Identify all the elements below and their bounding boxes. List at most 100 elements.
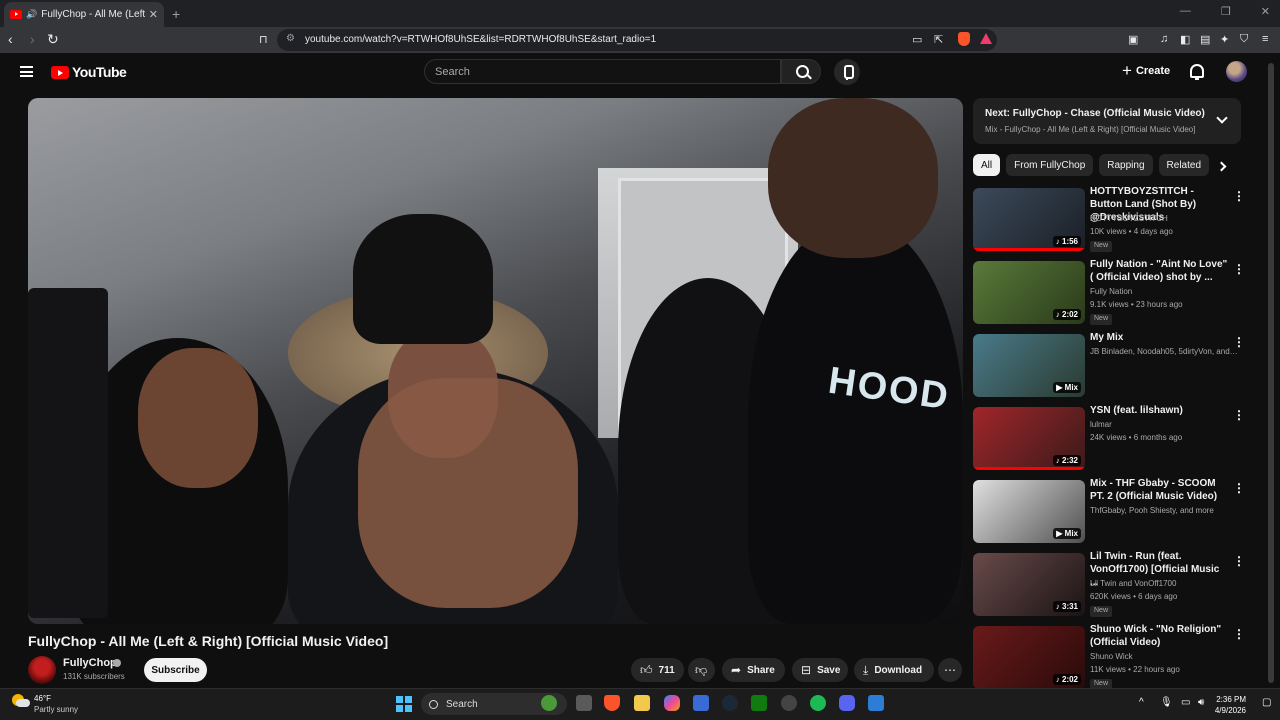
microphone-tray-icon[interactable]: 🎙︎ (1160, 697, 1173, 708)
windows-start-icon[interactable] (396, 696, 412, 712)
chevron-right-icon[interactable] (1216, 161, 1227, 172)
github-icon[interactable] (781, 695, 797, 711)
recommendation-channel[interactable]: Fully Nation (1090, 287, 1238, 296)
chip-related[interactable]: Related (1158, 154, 1209, 176)
voice-search-icon[interactable] (834, 59, 860, 85)
spotify-icon[interactable] (810, 695, 826, 711)
recommendation-item[interactable]: ♪ 3:31 Lil Twin - Run (feat. VonOff1700) … (973, 551, 1245, 619)
up-next-panel[interactable] (973, 98, 1241, 144)
search-box[interactable] (424, 59, 781, 84)
video-thumbnail[interactable]: ♪ 1:56 (973, 188, 1085, 251)
more-options-icon[interactable]: ⋮ (1233, 408, 1245, 422)
speaker-icon[interactable]: 🔊 (26, 9, 37, 20)
youtube-logo-icon[interactable] (51, 66, 69, 79)
recommendation-item[interactable]: ♪ 2:02 Fully Nation - "Aint No Love" ( Of… (973, 258, 1245, 327)
recommendation-item[interactable]: ▶ Mix Mix - THF Gbaby - SCOOM PT. 2 (Offi… (973, 477, 1245, 546)
video-thumbnail[interactable]: ♪ 2:02 (973, 261, 1085, 324)
dislike-button[interactable]: 👎︎ (688, 658, 715, 682)
create-button[interactable]: + Create (1122, 62, 1170, 79)
steam-icon[interactable] (722, 695, 738, 711)
reload-icon[interactable]: ↻ (47, 31, 59, 48)
copilot-icon[interactable] (664, 695, 680, 711)
recommendation-channel[interactable]: HOTTYBOYZSTITCH (1090, 214, 1238, 223)
media-icon[interactable]: ♫ (1160, 33, 1168, 45)
recommendation-title[interactable]: Fully Nation - "Aint No Love" ( Official… (1090, 258, 1228, 284)
close-tab-icon[interactable]: ✕ (149, 8, 158, 21)
cast-icon[interactable]: ▭ (912, 33, 922, 46)
discord-icon[interactable] (839, 695, 855, 711)
notification-center-icon[interactable]: ▢ (1262, 697, 1271, 708)
recommendation-title[interactable]: Mix - THF Gbaby - SCOOM PT. 2 (Official … (1090, 477, 1228, 503)
weather-condition[interactable]: Partly sunny (34, 705, 78, 714)
recommendation-title[interactable]: Shuno Wick - "No Religion" (Official Vid… (1090, 623, 1228, 649)
video-thumbnail[interactable]: ♪ 2:32 (973, 407, 1085, 470)
hamburger-menu-icon[interactable] (20, 66, 33, 77)
video-thumbnail[interactable]: ♪ 2:02 (973, 626, 1085, 689)
recommendation-channel[interactable]: Lil Twin and VonOff1700 (1090, 579, 1238, 588)
recommendation-item[interactable]: ▶ Mix My Mix JB Binladen, Noodah05, 5dirty… (973, 332, 1245, 400)
url-text[interactable]: youtube.com/watch?v=RTWHOf8UhSE&list=RDR… (305, 34, 656, 45)
share-button[interactable]: ➦ Share (722, 658, 785, 682)
more-options-icon[interactable]: ⋮ (1233, 262, 1245, 276)
tray-overflow-icon[interactable]: ^ (1139, 697, 1144, 708)
chip-from-channel[interactable]: From FullyChop (1006, 154, 1094, 176)
file-explorer-icon[interactable] (634, 695, 650, 711)
back-icon[interactable]: ‹ (8, 31, 13, 47)
video-thumbnail[interactable]: ▶ Mix (973, 334, 1085, 397)
recommendation-item[interactable]: ♪ 1:56 HOTTYBOYZSTITCH - Button Land (Sho… (973, 186, 1245, 254)
video-player[interactable]: HOOD (28, 98, 963, 624)
notifications-bell-icon[interactable] (1190, 64, 1204, 80)
recommendation-title[interactable]: YSN (feat. lilshawn) (1090, 404, 1228, 417)
more-options-icon[interactable]: ⋮ (1233, 481, 1245, 495)
restore-icon[interactable]: ❐ (1221, 5, 1231, 18)
wallet-icon[interactable]: ▤ (1200, 33, 1210, 46)
brave-rewards-icon[interactable] (980, 33, 992, 44)
page-scrollbar[interactable] (1268, 63, 1274, 683)
channel-avatar[interactable] (28, 656, 56, 684)
video-thumbnail[interactable]: ♪ 3:31 (973, 553, 1085, 616)
subscribe-button[interactable]: Subscribe (144, 658, 207, 682)
weather-icon[interactable] (12, 694, 30, 708)
bookmark-icon[interactable]: ⊓ (259, 33, 268, 46)
like-button[interactable]: 👍︎ 711 (631, 658, 684, 682)
channel-name[interactable]: FullyChop (63, 657, 117, 669)
more-options-icon[interactable]: ⋮ (1233, 335, 1245, 349)
leo-ai-icon[interactable]: ✦ (1220, 33, 1229, 46)
excel-icon[interactable] (751, 695, 767, 711)
app-grid-icon[interactable] (868, 695, 884, 711)
video-thumbnail[interactable]: ▶ Mix (973, 480, 1085, 543)
share-page-icon[interactable]: ⇱ (934, 33, 943, 46)
brave-shields-icon[interactable] (958, 32, 970, 46)
recommendation-item[interactable]: ♪ 2:32 YSN (feat. lilshawn) lulmar 24K view… (973, 404, 1245, 473)
close-window-icon[interactable]: ✕ (1261, 5, 1270, 18)
forward-icon[interactable]: › (30, 31, 35, 47)
system-clock[interactable]: 2:36 PM 4/9/2026 (1215, 694, 1246, 716)
recommendation-channel[interactable]: Shuno Wick (1090, 652, 1238, 661)
more-options-icon[interactable]: ⋮ (1233, 554, 1245, 568)
widget-icon[interactable] (541, 695, 557, 711)
account-avatar[interactable] (1226, 61, 1247, 82)
new-tab-icon[interactable]: + (172, 6, 180, 22)
brave-browser-icon[interactable] (604, 695, 620, 711)
youtube-logo-text[interactable]: YouTube (72, 64, 127, 80)
store-icon[interactable] (693, 695, 709, 711)
weather-temperature[interactable]: 46°F (34, 694, 51, 703)
more-options-icon[interactable]: ⋮ (1233, 189, 1245, 203)
site-info-icon[interactable]: ⚙ (286, 33, 295, 44)
vpn-icon[interactable]: ⛉ (1240, 33, 1248, 46)
more-options-icon[interactable]: ⋮ (1233, 627, 1245, 641)
minimize-icon[interactable]: — (1180, 5, 1191, 18)
recommendation-channel[interactable]: lulmar (1090, 420, 1238, 429)
volume-icon[interactable]: 🔊︎ (1198, 697, 1204, 708)
more-actions-icon[interactable]: ⋯ (938, 658, 962, 682)
chip-all[interactable]: All (973, 154, 1001, 176)
network-icon[interactable]: ▭ (1181, 697, 1190, 708)
save-button[interactable]: ⊟ Save (792, 658, 848, 682)
sidebar-icon[interactable]: ◧ (1180, 33, 1190, 46)
menu-icon[interactable]: ≡ (1262, 33, 1268, 45)
search-input[interactable] (425, 60, 780, 83)
download-button[interactable]: ⤓ Download (854, 658, 934, 682)
recommendation-item[interactable]: ♪ 2:02 Shuno Wick - "No Religion" (Offici… (973, 623, 1245, 692)
browser-tab-active[interactable]: 🔊 FullyChop - All Me (Left & Ri ✕ (4, 2, 164, 27)
screenshot-icon[interactable]: ▣ (1128, 33, 1138, 46)
